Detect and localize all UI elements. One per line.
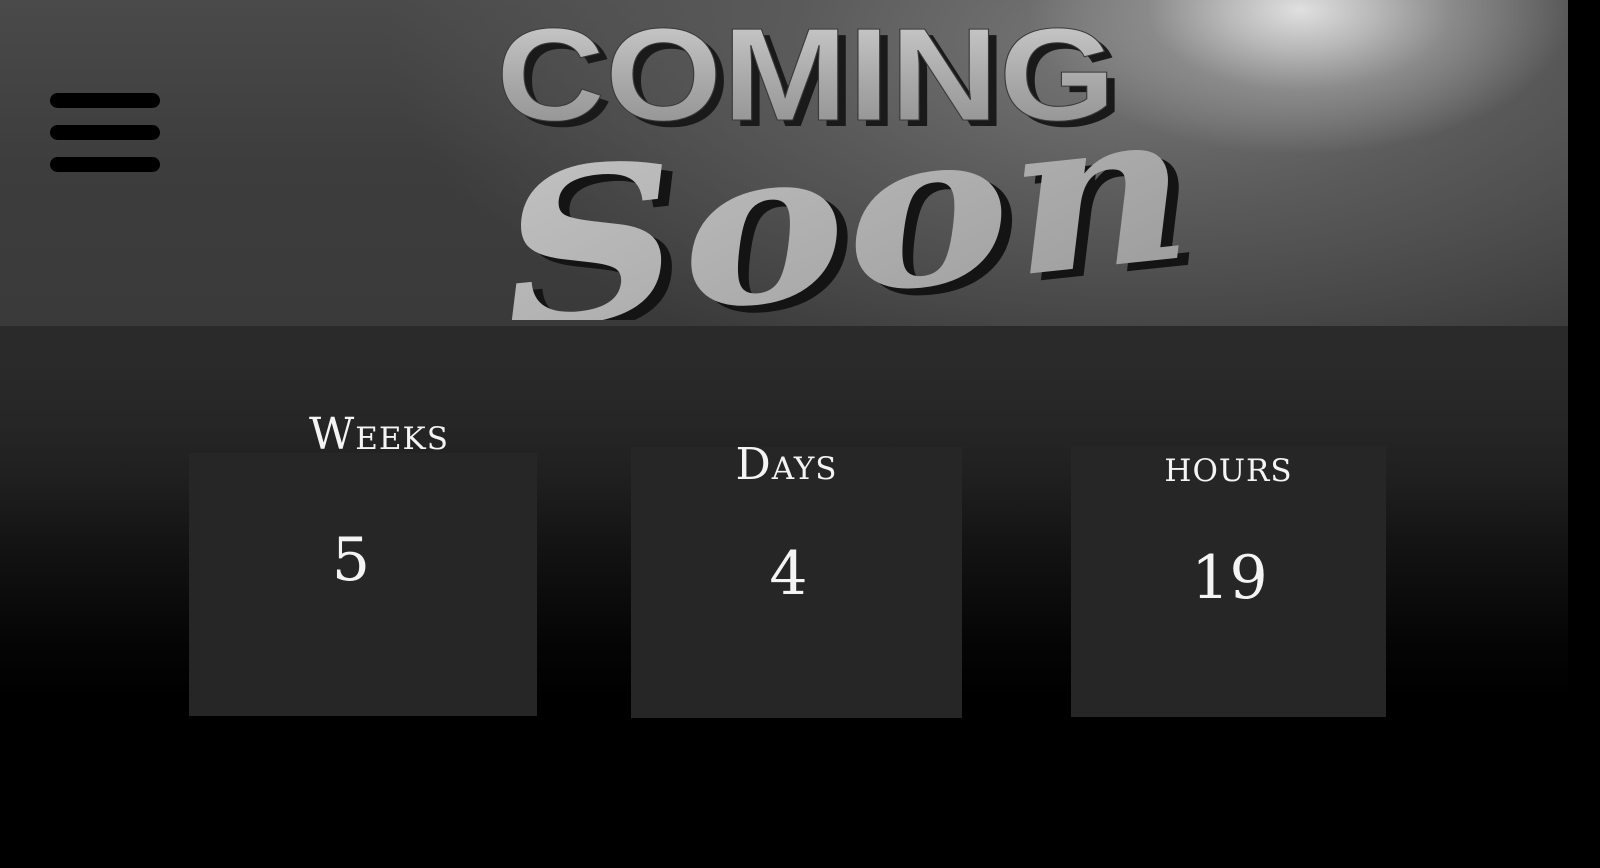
countdown-weeks-card: Weeks 5 — [189, 409, 537, 716]
weeks-label: Weeks — [309, 409, 449, 460]
menu-bar — [50, 157, 160, 172]
hamburger-menu-icon[interactable] — [48, 90, 162, 178]
menu-bar — [50, 93, 160, 108]
hours-label: hours — [1164, 441, 1293, 492]
days-label: Days — [735, 439, 838, 490]
weeks-value: 5 — [331, 525, 371, 595]
days-value: 4 — [769, 539, 808, 609]
coming-soon-logo: COMING COMING Soon Soon — [490, 10, 1230, 320]
logo-graphic: COMING COMING Soon Soon — [490, 10, 1212, 320]
menu-bar — [50, 125, 160, 140]
countdown-hours-card: hours 19 — [1071, 441, 1386, 717]
hours-value: 19 — [1191, 543, 1268, 613]
hero-banner: COMING COMING Soon Soon — [0, 0, 1568, 326]
countdown-days-card: Days 4 — [631, 439, 962, 718]
page-edge — [1568, 0, 1600, 868]
